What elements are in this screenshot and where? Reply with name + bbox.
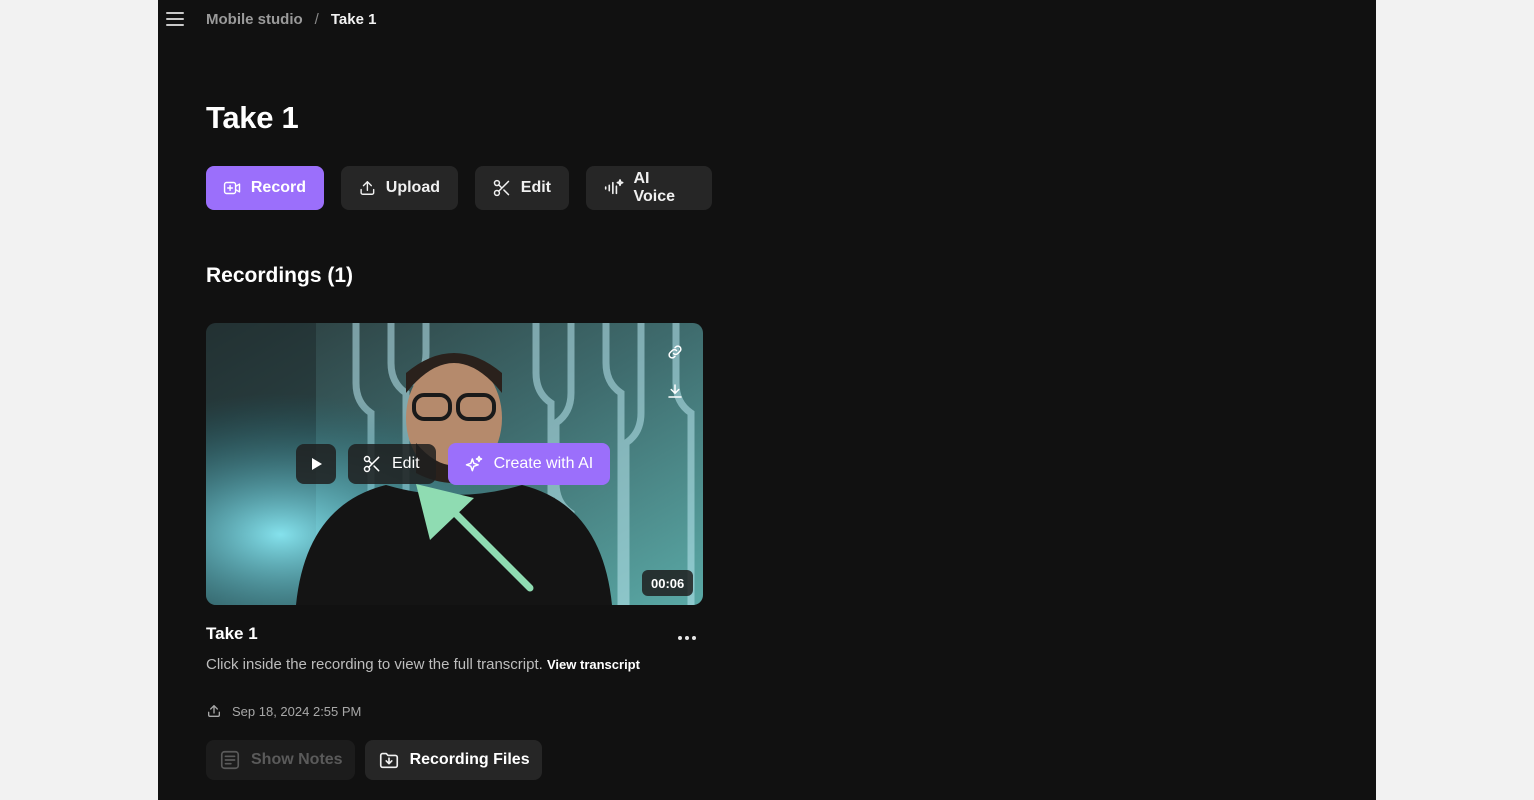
upload-icon (208, 705, 220, 717)
ai-voice-button[interactable]: AI Voice (586, 166, 712, 210)
ai-voice-label: AI Voice (633, 170, 675, 205)
annotation-arrow-icon (416, 484, 534, 592)
upload-label: Upload (385, 179, 440, 196)
create-with-ai-label: Create with AI (493, 455, 594, 472)
more-options-icon[interactable] (676, 628, 698, 648)
scissors-icon (363, 455, 380, 473)
recording-description: Click inside the recording to view the f… (206, 654, 646, 676)
recording-actions: Show Notes Recording Files (206, 740, 542, 780)
recordings-heading: Recordings (1) (206, 264, 354, 287)
play-icon (312, 458, 322, 470)
upload-button[interactable]: Upload (341, 166, 458, 210)
breadcrumb-separator: / (314, 11, 319, 28)
record-button[interactable]: Record (206, 166, 324, 210)
recording-date-row: Sep 18, 2024 2:55 PM (206, 703, 361, 719)
video-camera-plus-icon (223, 181, 241, 195)
record-label: Record (250, 179, 306, 196)
ai-waveform-icon (604, 179, 624, 195)
recording-date: Sep 18, 2024 2:55 PM (232, 703, 362, 719)
sparkle-icon (465, 455, 482, 472)
top-bar: Mobile studio / Take 1 (158, 0, 1376, 40)
upload-icon (360, 181, 375, 195)
recording-title: Take 1 (206, 624, 258, 643)
recording-files-button[interactable]: Recording Files (364, 740, 542, 780)
scissors-icon (493, 179, 510, 197)
download-icon[interactable] (662, 378, 688, 404)
breadcrumb: Mobile studio / Take 1 (206, 11, 376, 28)
action-toolbar: Record Upload Edit AI Voice (206, 166, 712, 210)
view-transcript-link[interactable]: View transcript (547, 657, 640, 672)
show-notes-button[interactable]: Show Notes (206, 740, 355, 780)
hamburger-menu-icon[interactable] (166, 12, 184, 28)
description-text: Click inside the recording to view the f… (206, 656, 543, 673)
breadcrumb-parent[interactable]: Mobile studio (206, 11, 303, 28)
notes-icon (220, 750, 240, 770)
edit-button[interactable]: Edit (475, 166, 569, 210)
show-notes-label: Show Notes (251, 751, 343, 768)
breadcrumb-current: Take 1 (330, 11, 377, 28)
overlay-edit-label: Edit (392, 455, 420, 472)
edit-label: Edit (520, 179, 551, 196)
folder-download-icon (379, 752, 398, 769)
page-title: Take 1 (206, 100, 299, 135)
app-window: Mobile studio / Take 1 Take 1 Record Upl… (158, 0, 1376, 800)
recording-files-label: Recording Files (409, 751, 530, 768)
copy-link-icon[interactable] (662, 339, 688, 365)
duration-badge: 00:06 (642, 570, 694, 596)
play-button[interactable] (296, 444, 336, 484)
